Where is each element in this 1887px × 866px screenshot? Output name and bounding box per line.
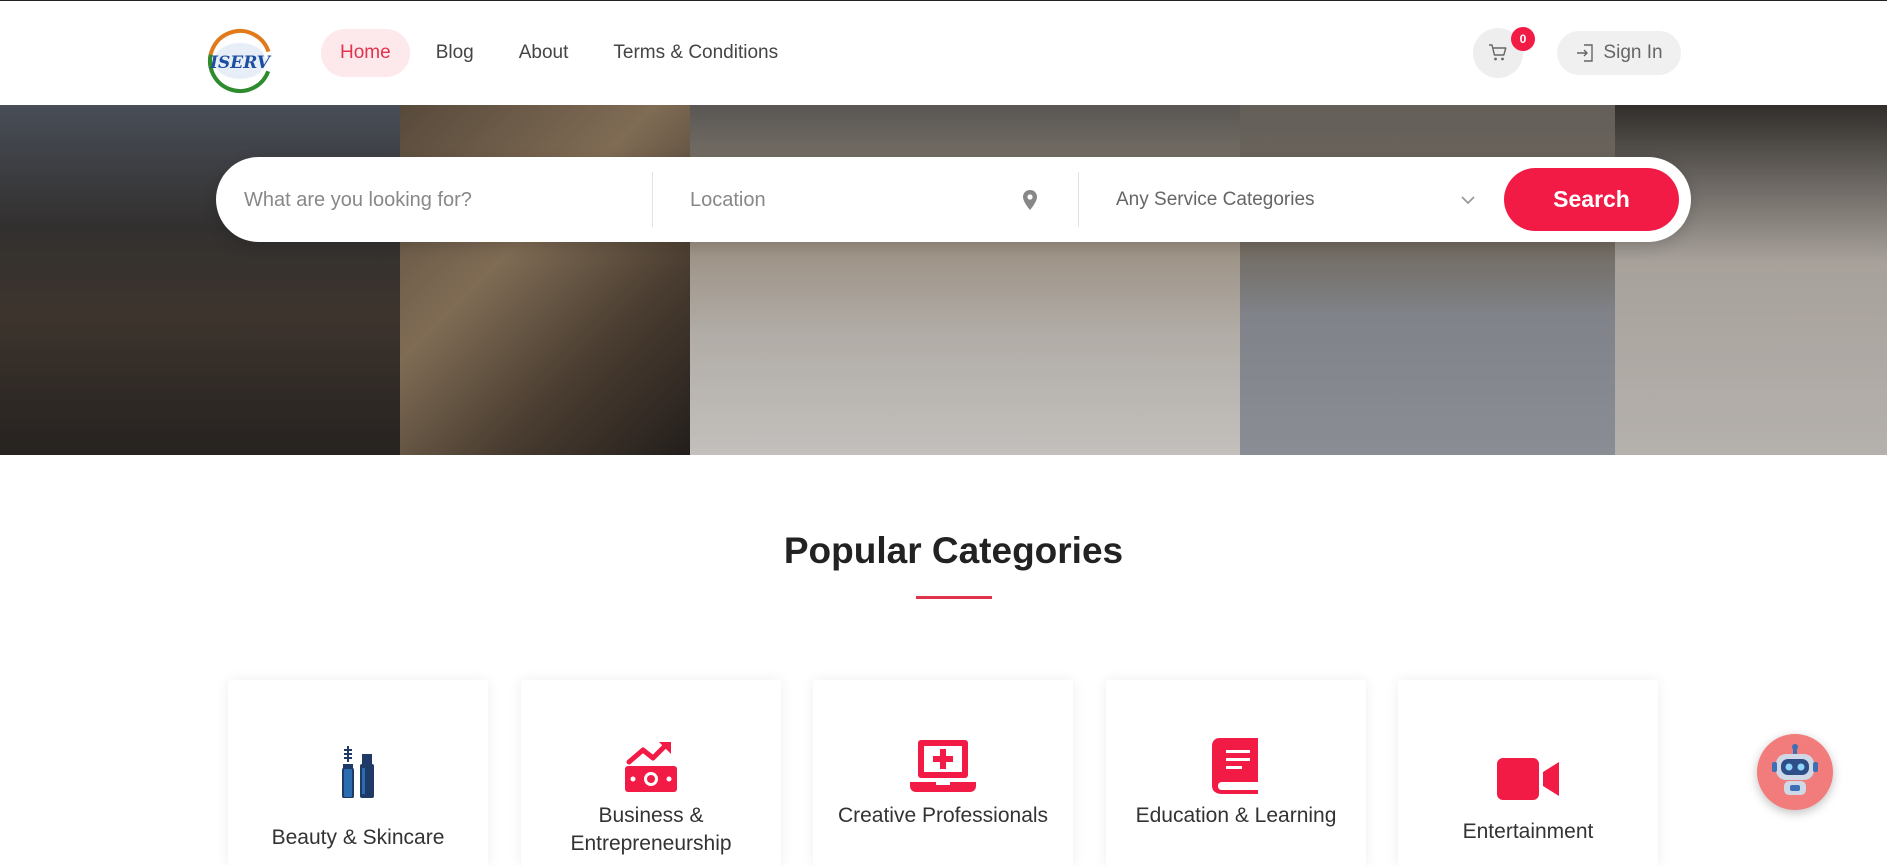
category-label: Creative Professionals xyxy=(837,804,1049,827)
nav-about[interactable]: About xyxy=(500,29,588,77)
search-bar: Any Service Categories Search xyxy=(216,157,1691,242)
book-icon xyxy=(1212,738,1258,794)
main-nav: Home Blog About Terms & Conditions xyxy=(321,29,804,77)
site-header: ISERV Home Blog About Terms & Conditions… xyxy=(0,1,1887,105)
sign-in-label: Sign In xyxy=(1603,42,1663,63)
category-card-education[interactable]: Education & Learning xyxy=(1106,680,1366,866)
laptop-medical-icon xyxy=(910,740,976,792)
category-label: Entertainment xyxy=(1462,820,1594,843)
sign-in-button[interactable]: Sign In xyxy=(1557,31,1681,75)
video-camera-icon xyxy=(1497,758,1559,800)
money-growth-icon xyxy=(625,742,677,792)
search-button[interactable]: Search xyxy=(1504,168,1679,231)
chatbot-button[interactable] xyxy=(1757,734,1833,810)
title-underline xyxy=(916,596,992,599)
category-card-business[interactable]: Business & Entrepreneurship xyxy=(521,680,781,866)
nav-blog[interactable]: Blog xyxy=(417,29,493,77)
category-select[interactable]: Any Service Categories xyxy=(1116,175,1476,225)
nav-terms[interactable]: Terms & Conditions xyxy=(594,29,797,77)
sign-in-icon xyxy=(1577,44,1594,62)
map-pin-icon xyxy=(1023,190,1037,210)
nav-home[interactable]: Home xyxy=(321,29,410,77)
site-logo[interactable]: ISERV xyxy=(206,27,274,95)
search-input[interactable] xyxy=(244,175,644,225)
section-title: Popular Categories xyxy=(783,530,1124,571)
cart-count-badge: 0 xyxy=(1511,27,1535,51)
chevron-down-icon xyxy=(1461,196,1475,205)
category-card-beauty[interactable]: Beauty & Skincare xyxy=(228,680,488,866)
category-label: Beauty & Skincare xyxy=(271,826,445,849)
category-label: Education & Learning xyxy=(1135,804,1337,827)
category-select-value: Any Service Categories xyxy=(1116,189,1315,210)
mascara-icon xyxy=(342,746,374,798)
category-label: Business & Entrepreneurship xyxy=(570,804,732,855)
search-divider xyxy=(1078,172,1079,227)
category-card-creative[interactable]: Creative Professionals xyxy=(813,680,1073,866)
location-input[interactable] xyxy=(690,175,1020,225)
cart-icon xyxy=(1489,44,1507,61)
robot-icon xyxy=(1772,744,1818,795)
logo-text: ISERV xyxy=(209,53,272,73)
search-divider xyxy=(652,172,653,227)
category-card-entertainment[interactable]: Entertainment xyxy=(1398,680,1658,866)
